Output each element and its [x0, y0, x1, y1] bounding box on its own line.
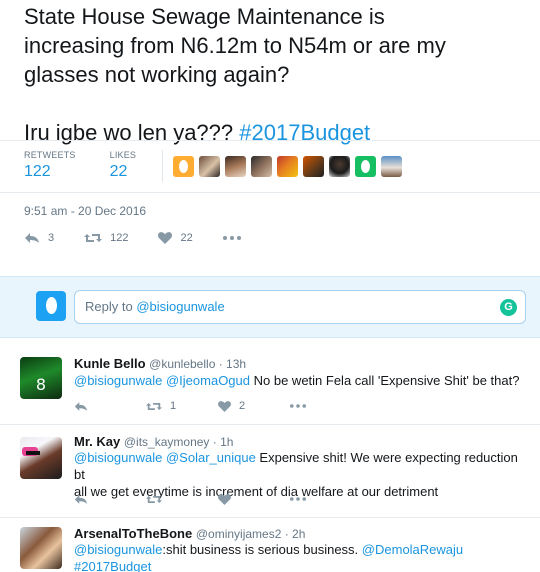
- avatar[interactable]: [355, 156, 377, 177]
- reply-author-name[interactable]: Mr. Kay: [74, 434, 120, 449]
- avatar[interactable]: [20, 437, 62, 479]
- reply-header: Mr. Kay @its_kaymoney · 1h: [74, 434, 233, 449]
- reply-header: ArsenalToTheBone @ominyijames2 · 2h: [74, 526, 305, 541]
- svg-text:8: 8: [36, 375, 46, 394]
- retweets-label: RETWEETS: [24, 150, 76, 160]
- like-count: 2: [239, 400, 246, 412]
- reply-author-name[interactable]: ArsenalToTheBone: [74, 526, 192, 541]
- reply-placeholder-mention: @bisiogunwale: [136, 299, 225, 314]
- avatar[interactable]: 8: [20, 357, 62, 399]
- mention-link[interactable]: @bisiogunwale: [74, 450, 162, 465]
- reply-composer: Reply to @bisiogunwale G: [0, 276, 540, 338]
- mention-link[interactable]: @bisiogunwale: [74, 542, 162, 557]
- likes-count: 22: [109, 163, 128, 180]
- retweet-icon: [146, 495, 162, 503]
- reply-author-handle[interactable]: @its_kaymoney: [124, 435, 210, 449]
- avatar[interactable]: [251, 156, 273, 177]
- retweet-button[interactable]: 122: [84, 232, 128, 244]
- reply-text: @bisiogunwale:shit business is serious b…: [74, 541, 530, 572]
- retweet-button[interactable]: 1: [146, 400, 218, 412]
- reply-author-handle[interactable]: @kunlebello: [149, 357, 215, 371]
- avatar[interactable]: [225, 156, 247, 177]
- reply-body: :shit business is serious business.: [162, 542, 362, 557]
- reply-icon: [25, 233, 39, 243]
- tweet-text-gap: [24, 89, 524, 118]
- reply-header: Kunle Bello @kunlebello · 13h: [74, 356, 246, 371]
- avatar: [36, 291, 66, 321]
- tweet-text-plain: Iru igbe wo len ya???: [24, 120, 240, 145]
- heart-icon: [218, 400, 231, 412]
- reply-text: @bisiogunwale @IjeomaOgud No be wetin Fe…: [74, 372, 530, 389]
- person-icon: [22, 447, 40, 456]
- reply-item[interactable]: ArsenalToTheBone @ominyijames2 · 2h @bis…: [0, 518, 540, 572]
- likers-avatars: [173, 156, 407, 177]
- divider: [0, 192, 540, 193]
- retweets-count: 122: [24, 163, 51, 180]
- retweet-count: 122: [110, 232, 129, 244]
- mention-link[interactable]: @Solar_unique: [166, 450, 256, 465]
- likes-stat[interactable]: LIKES 22: [110, 150, 137, 181]
- like-count: 22: [180, 232, 193, 244]
- retweet-count: 1: [170, 400, 177, 412]
- like-button[interactable]: [218, 493, 290, 505]
- tweet-text-line: State House Sewage Maintenance is: [24, 4, 385, 29]
- tweet-stats: RETWEETS 122 LIKES 22: [24, 150, 524, 190]
- divider: [0, 140, 540, 141]
- reply-time[interactable]: · 13h: [215, 357, 246, 371]
- avatar[interactable]: [381, 156, 403, 177]
- reply-actions: [74, 491, 362, 507]
- tweet-text: State House Sewage Maintenance is increa…: [24, 2, 524, 147]
- avatar[interactable]: [20, 527, 62, 569]
- avatar[interactable]: [277, 156, 299, 177]
- avatar[interactable]: [303, 156, 325, 177]
- tweet-text-line: Iru igbe wo len ya??? #2017Budget: [24, 118, 524, 147]
- reply-count: 3: [48, 232, 55, 244]
- retweet-icon: [84, 234, 103, 242]
- reply-button[interactable]: [74, 494, 146, 505]
- tweet-actions: 3 122 22: [24, 228, 279, 248]
- more-button[interactable]: [222, 236, 249, 240]
- avatar[interactable]: [199, 156, 221, 177]
- reply-button[interactable]: [74, 401, 146, 412]
- retweet-button[interactable]: [146, 494, 218, 505]
- reply-input[interactable]: Reply to @bisiogunwale G: [74, 290, 526, 324]
- hashtag-link[interactable]: #2017Budget: [239, 120, 370, 145]
- reply-author-name[interactable]: Kunle Bello: [74, 356, 146, 371]
- mention-link[interactable]: @bisiogunwale: [74, 373, 162, 388]
- reply-placeholder-prefix: Reply to: [85, 299, 137, 314]
- heart-icon: [158, 232, 173, 244]
- reply-button[interactable]: 3: [24, 232, 54, 244]
- reply-icon: [74, 401, 88, 411]
- retweet-icon: [146, 402, 162, 410]
- like-button[interactable]: 2: [218, 400, 290, 412]
- more-icon: [222, 236, 241, 240]
- reply-item[interactable]: 8 Kunle Bello @kunlebello · 13h @bisiogu…: [0, 340, 540, 424]
- heart-icon: [218, 493, 231, 505]
- hashtag-link[interactable]: #2017Budget: [74, 559, 151, 572]
- mention-link[interactable]: @DemolaRewaju: [362, 542, 463, 557]
- more-button[interactable]: [290, 497, 362, 501]
- more-icon: [290, 404, 306, 408]
- jersey-icon: 8: [36, 375, 46, 394]
- reply-body: No be wetin Fela call 'Expensive Shit' b…: [250, 373, 520, 388]
- avatar[interactable]: [329, 156, 351, 177]
- stats-divider: [162, 150, 164, 182]
- reply-actions: 1 2: [74, 398, 362, 414]
- tweet-text-line: increasing from N6.12m to N54m or are my: [24, 33, 446, 58]
- grammarly-icon[interactable]: G: [500, 299, 517, 316]
- like-button[interactable]: 22: [158, 232, 193, 244]
- reply-item[interactable]: Mr. Kay @its_kaymoney · 1h @bisiogunwale…: [0, 425, 540, 517]
- tweet-timestamp[interactable]: 9:51 am - 20 Dec 2016: [24, 204, 146, 218]
- reply-time[interactable]: · 1h: [209, 435, 234, 449]
- reply-author-handle[interactable]: @ominyijames2: [196, 527, 282, 541]
- reply-time[interactable]: · 2h: [281, 527, 306, 541]
- mention-link[interactable]: @IjeomaOgud: [166, 373, 250, 388]
- more-icon: [290, 497, 306, 501]
- tweet-text-line: glasses not working again?: [24, 62, 290, 87]
- avatar[interactable]: [173, 156, 195, 177]
- more-button[interactable]: [290, 404, 362, 408]
- retweets-stat[interactable]: RETWEETS 122: [24, 150, 76, 181]
- reply-icon: [74, 494, 88, 504]
- likes-label: LIKES: [109, 150, 137, 160]
